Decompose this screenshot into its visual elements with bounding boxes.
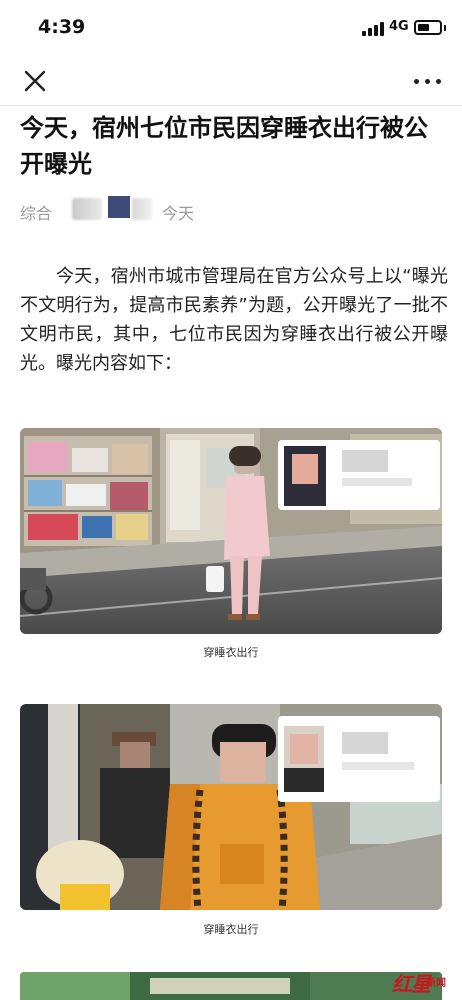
blurred-source-name-2 xyxy=(132,198,152,220)
article-photo-3[interactable] xyxy=(20,972,442,1000)
close-icon xyxy=(24,70,46,92)
more-dots-icon xyxy=(414,79,419,84)
article-paragraph: 今天，宿州市城市管理局在官方公众号上以“曝光不文明行为，提高市民素养”为题，公开… xyxy=(20,266,448,374)
close-button[interactable] xyxy=(18,64,52,98)
article-category: 综合 xyxy=(20,204,53,223)
nav-bar xyxy=(0,56,462,106)
battery-icon xyxy=(414,20,442,35)
blurred-source-name xyxy=(72,198,102,220)
street-photo-pajamas xyxy=(20,428,442,634)
article-title: 今天，宿州七位市民因穿睡衣出行被公开曝光 xyxy=(20,114,428,178)
photo-caption-1: 穿睡衣出行 xyxy=(203,646,259,659)
street-photo-3 xyxy=(20,972,442,1000)
article-date: 今天 xyxy=(162,204,195,223)
status-bar: 4:39 4G xyxy=(0,0,462,56)
photo-caption-2: 穿睡衣出行 xyxy=(203,923,259,936)
article-photo-2[interactable] xyxy=(20,704,442,910)
street-photo-coat xyxy=(20,704,442,910)
blurred-source-avatar xyxy=(108,196,130,218)
watermark-logo: 红星 新闻 xyxy=(392,968,462,1000)
article-photo-1[interactable] xyxy=(20,428,442,634)
status-time: 4:39 xyxy=(38,16,86,38)
signal-icon xyxy=(362,22,384,36)
watermark-logo-text: 红星 xyxy=(392,972,431,996)
watermark-sub-text: 新闻 xyxy=(426,978,446,989)
battery-tip xyxy=(444,25,446,31)
network-type: 4G xyxy=(389,19,409,34)
more-options-button[interactable] xyxy=(410,68,446,94)
